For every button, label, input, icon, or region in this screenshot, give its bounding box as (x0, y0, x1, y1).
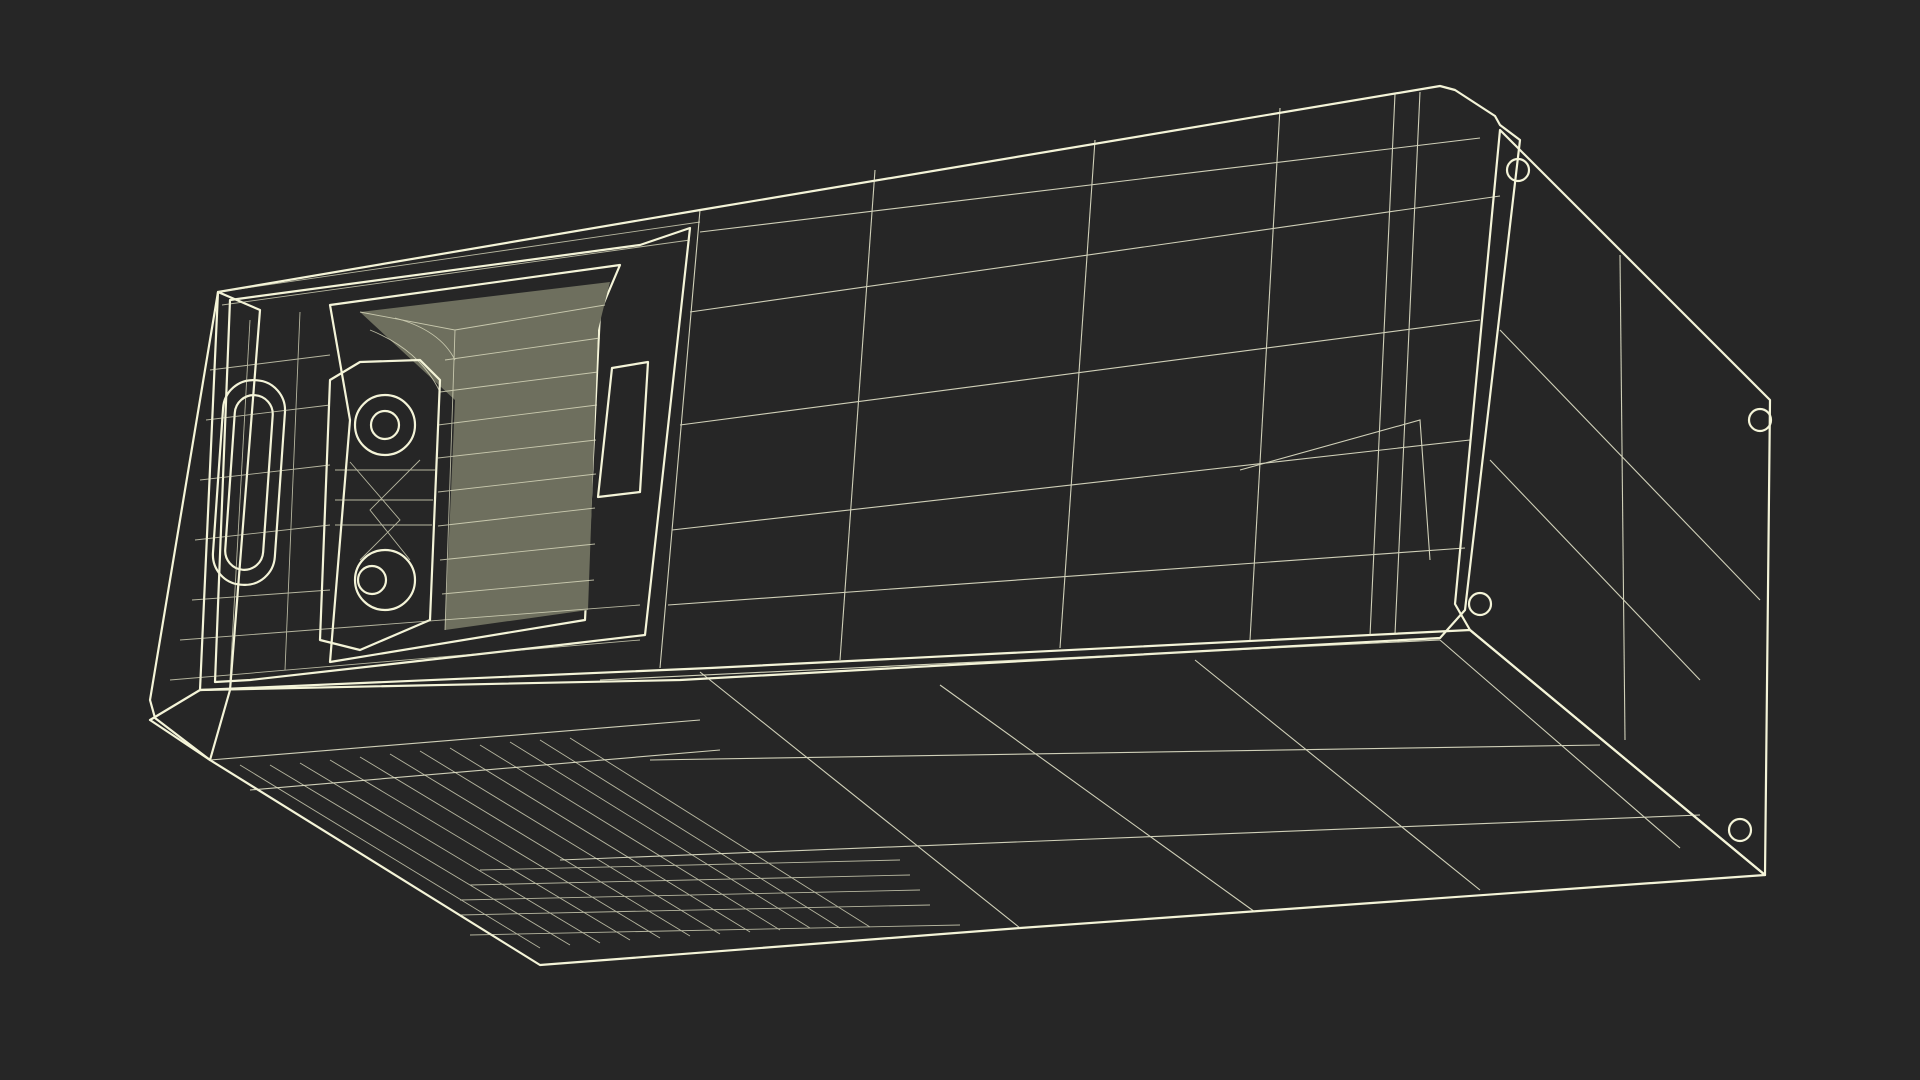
screw-icon (1727, 817, 1753, 843)
screw-icon (1747, 407, 1773, 433)
recess-inner-wall (360, 282, 610, 630)
vent-grille (239, 737, 961, 949)
screw-icon (1467, 591, 1493, 617)
round-port-upper-inner-icon (369, 409, 401, 441)
top-face-grid (599, 91, 1501, 681)
latch-tab (596, 360, 650, 499)
end-face-grid (1489, 254, 1761, 741)
round-port-upper-icon (353, 393, 417, 457)
render-viewport (0, 0, 1920, 1080)
wireframe-device-render (148, 84, 1773, 967)
top-face (198, 84, 1522, 692)
oval-slot-inner-icon (224, 394, 274, 571)
end-face (1453, 128, 1772, 877)
connector-wire-detail (335, 459, 435, 561)
round-port-lower-inner-icon (356, 564, 388, 596)
connector-block (318, 358, 442, 652)
bottom-face-grid (209, 639, 1701, 929)
